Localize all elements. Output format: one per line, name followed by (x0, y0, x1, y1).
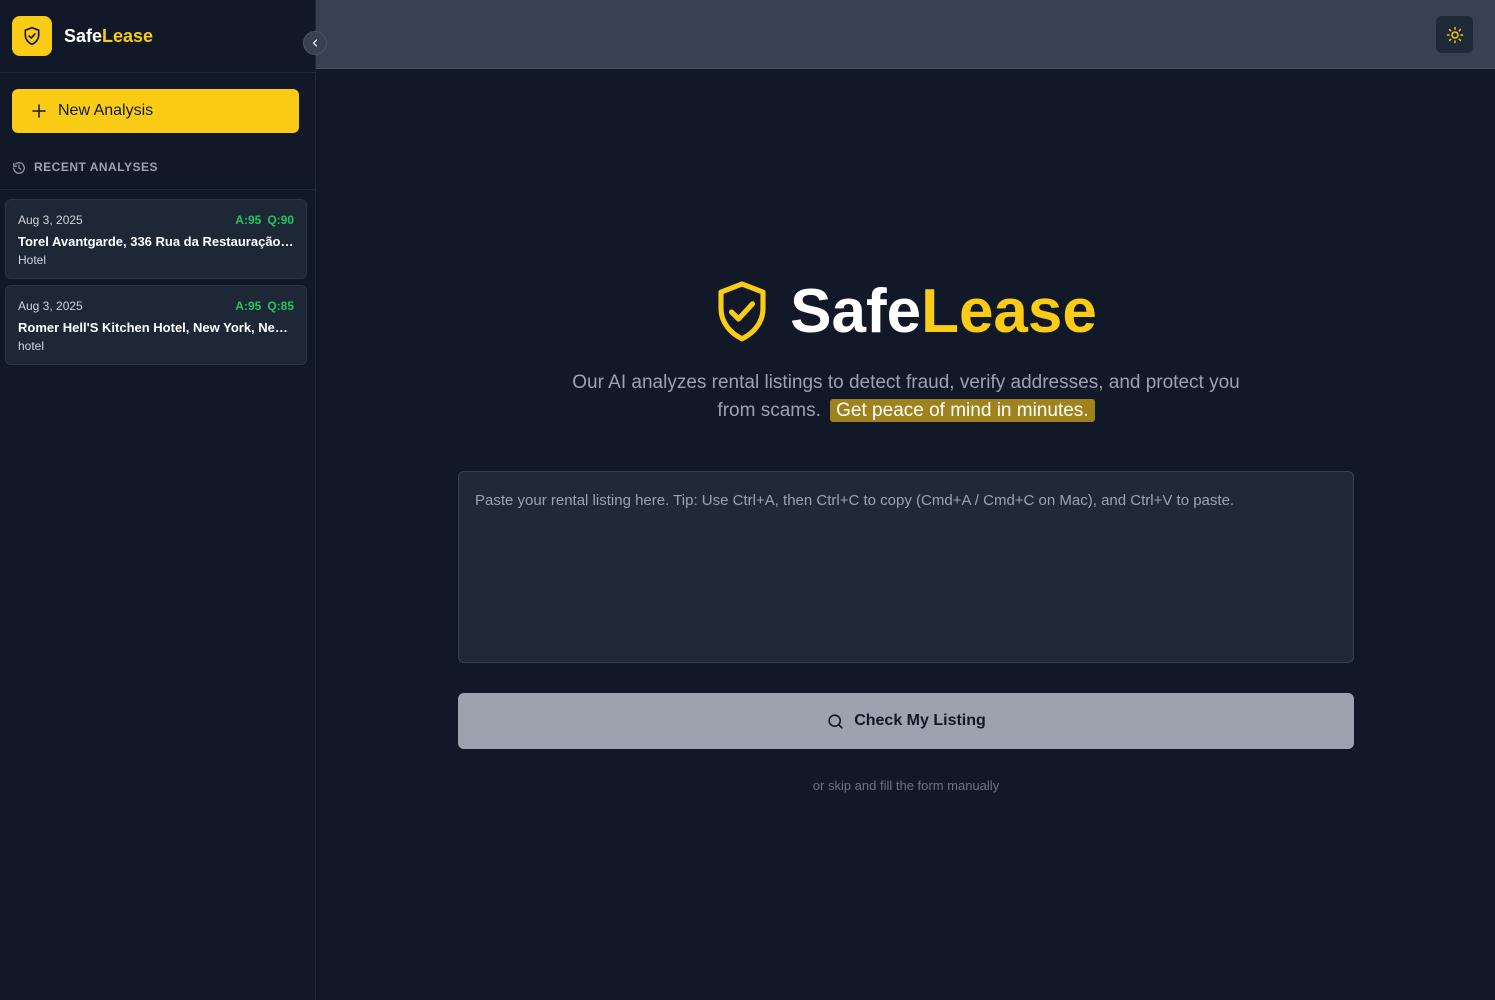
shield-check-icon (718, 281, 766, 342)
brand-part-lease: Lease (102, 25, 154, 46)
analysis-scores: A:95 Q:85 (235, 299, 294, 313)
sidebar: SafeLease New Analysis RECENT ANALYSES A… (0, 0, 316, 1000)
analysis-title: Torel Avantgarde, 336 Rua da Restauração… (18, 234, 294, 249)
analysis-date: Aug 3, 2025 (18, 299, 83, 313)
listing-input[interactable] (458, 471, 1354, 663)
analysis-date: Aug 3, 2025 (18, 213, 83, 227)
hero-logo: SafeLease (316, 272, 1495, 352)
new-analysis-label: New Analysis (58, 102, 154, 119)
chevron-left-icon (312, 39, 318, 47)
recent-analyses-heading: RECENT ANALYSES (0, 160, 315, 190)
recent-analysis-item[interactable]: Aug 3, 2025 A:95 Q:85 Romer Hell'S Kitche… (5, 285, 307, 365)
shield-check-icon (24, 26, 40, 46)
brand-part-safe: Safe (64, 25, 103, 46)
logo (12, 16, 52, 56)
new-analysis-button[interactable]: New Analysis (12, 89, 299, 133)
analysis-type: hotel (18, 339, 45, 353)
analysis-type: Hotel (18, 253, 47, 267)
recent-analysis-item[interactable]: Aug 3, 2025 A:95 Q:90 Torel Avantgarde, 3… (5, 199, 307, 279)
subtitle-highlight: Get peace of mind in minutes. (830, 399, 1095, 422)
recent-heading-label: RECENT ANALYSES (34, 160, 158, 174)
analysis-scores: A:95 Q:90 (235, 213, 294, 227)
check-listing-button[interactable]: Check My Listing (458, 693, 1354, 749)
hero-title-lease: Lease (921, 277, 1097, 346)
top-bar (316, 0, 1495, 69)
plus-icon (32, 104, 46, 118)
score-q: Q:90 (267, 213, 294, 227)
check-listing-label: Check My Listing (854, 712, 986, 729)
sidebar-header: SafeLease (0, 0, 315, 73)
hero-title-safe: Safe (790, 277, 922, 346)
sun-icon (1446, 26, 1463, 43)
score-q: Q:85 (267, 299, 294, 313)
theme-toggle-button[interactable] (1436, 16, 1473, 53)
analysis-title: Romer Hell'S Kitchen Hotel, New York, Ne… (18, 320, 294, 335)
hero-subtitle: Our AI analyzes rental listings to detec… (560, 369, 1252, 425)
skip-manual-link[interactable]: or skip and fill the form manually (458, 778, 1354, 793)
hero-title: SafeLease (790, 281, 1097, 343)
score-a: A:95 (235, 213, 262, 227)
search-icon (828, 713, 843, 729)
history-icon (13, 162, 25, 174)
brand-name: SafeLease (64, 26, 153, 47)
sidebar-collapse-button[interactable] (303, 31, 327, 55)
score-a: A:95 (235, 299, 262, 313)
